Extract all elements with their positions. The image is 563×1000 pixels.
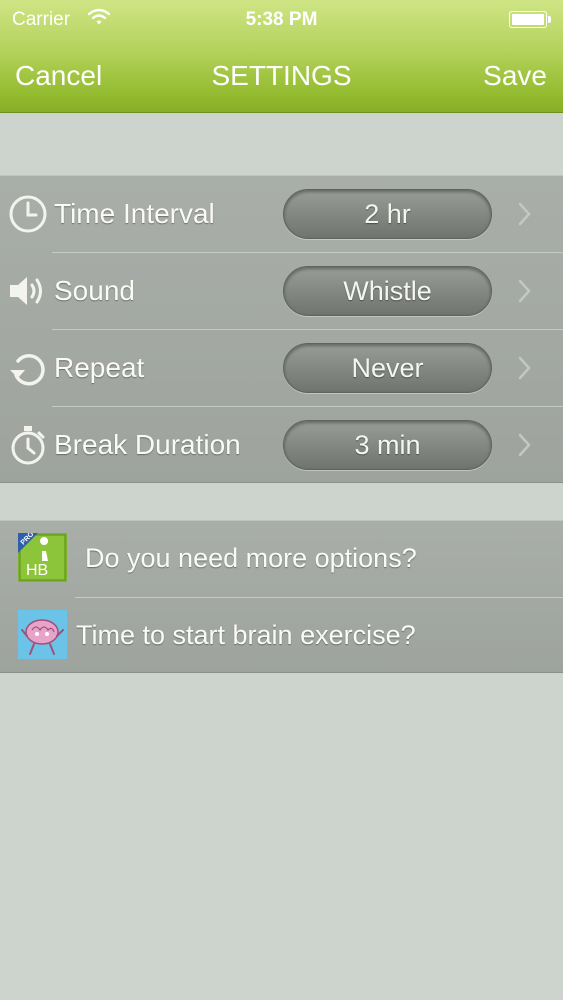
promo-links-group: PRO HB Do you need more options? Time to… [0, 520, 563, 673]
settings-screen: Carrier 5:38 PM Cancel SETTINGS Save Tim… [0, 0, 563, 1000]
chevron-right-icon [518, 202, 531, 226]
save-button[interactable]: Save [483, 60, 547, 92]
link-label: Time to start brain exercise? [76, 620, 416, 650]
settings-group: Time Interval 2 hr Sound Whistle Repeat … [0, 175, 563, 483]
stopwatch-icon [11, 426, 45, 465]
setting-label: Break Duration [54, 429, 241, 460]
status-bar: Carrier 5:38 PM [0, 0, 563, 38]
setting-row-time-interval[interactable]: Time Interval 2 hr [0, 176, 563, 253]
setting-row-break-duration[interactable]: Break Duration 3 min [0, 407, 563, 484]
chevron-right-icon [518, 279, 531, 303]
break-duration-value-button[interactable]: 3 min [283, 420, 492, 470]
speaker-icon [10, 277, 42, 305]
more-options-link[interactable]: PRO HB Do you need more options? [0, 521, 563, 598]
repeat-value-button[interactable]: Never [283, 343, 492, 393]
repeat-icon [10, 353, 45, 386]
setting-label: Repeat [54, 352, 145, 383]
setting-label: Sound [54, 275, 135, 306]
link-label: Do you need more options? [85, 543, 417, 573]
brain-exercise-link[interactable]: Time to start brain exercise? [0, 598, 563, 675]
svg-text:HB: HB [26, 562, 48, 579]
setting-row-repeat[interactable]: Repeat Never [0, 330, 563, 407]
battery-icon [509, 11, 551, 28]
navigation-bar: Cancel SETTINGS Save [0, 38, 563, 113]
page-title: SETTINGS [211, 60, 352, 91]
top-bar: Carrier 5:38 PM Cancel SETTINGS Save [0, 0, 563, 113]
hb-pro-app-icon: PRO HB [18, 533, 67, 582]
status-time: 5:38 PM [245, 9, 318, 30]
setting-label: Time Interval [54, 198, 215, 229]
time-interval-value-button[interactable]: 2 hr [283, 189, 492, 239]
sound-value-button[interactable]: Whistle [283, 266, 492, 316]
chevron-right-icon [518, 433, 531, 457]
setting-row-sound[interactable]: Sound Whistle [0, 253, 563, 330]
chevron-right-icon [518, 356, 531, 380]
clock-icon [9, 195, 47, 233]
brain-app-icon [18, 610, 67, 659]
